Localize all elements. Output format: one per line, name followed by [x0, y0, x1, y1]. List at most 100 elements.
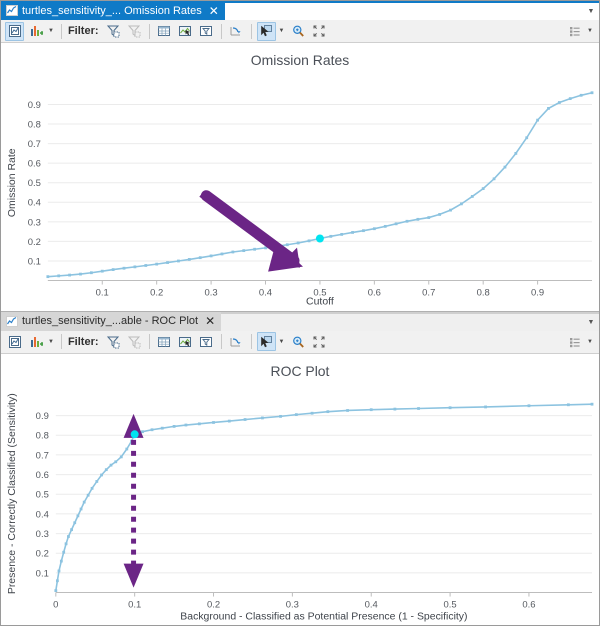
open-table-button[interactable]	[155, 332, 174, 351]
y-tick-label: 0.1	[36, 568, 49, 579]
filter-by-extent-button[interactable]	[104, 332, 123, 351]
x-tick-label: 0.2	[207, 599, 220, 610]
chart-properties-button[interactable]	[5, 22, 24, 41]
x-tick-label: 0.6	[522, 599, 535, 610]
select-features-icon	[178, 24, 192, 38]
y-axis-ticks: 0.10.20.30.40.50.60.70.80.9	[36, 410, 49, 578]
chart-area-roc-plot[interactable]: ROC Plot 0.10.20.30.40.50.60.70.80.9 00.…	[1, 354, 599, 626]
zoom-in-button[interactable]	[288, 332, 307, 351]
chart-type-caret-icon[interactable]: ▼	[48, 339, 54, 345]
select-tool-button[interactable]	[257, 332, 276, 351]
close-icon[interactable]: ✕	[209, 5, 219, 17]
toolbar-separator	[221, 24, 222, 39]
zoom-selection-icon	[199, 24, 213, 38]
select-features-button[interactable]	[176, 332, 195, 351]
pointer-select-icon	[259, 24, 273, 38]
omission-rates-plot[interactable]: Omission Rates 0.10.20.30.40.50.60.70.80…	[1, 43, 599, 311]
magnifier-icon	[291, 24, 305, 38]
clear-selection-button[interactable]	[227, 332, 246, 351]
chart-toolbar-roc-plot: ▼ Filter:	[1, 331, 599, 354]
zoom-to-selection-button[interactable]	[197, 332, 216, 351]
x-axis-label: Cutoff	[306, 297, 334, 308]
chart-properties-icon	[8, 24, 22, 38]
filter-by-selection-button[interactable]	[125, 332, 144, 351]
x-tick-label: 0.6	[368, 288, 381, 299]
x-tick-label: 0.4	[259, 288, 272, 299]
filter-extent-icon	[106, 24, 120, 38]
legend-list-icon	[568, 24, 582, 38]
x-axis-ticks: 0 0.1 0.2 0.3 0.4 0.5 0.6	[53, 592, 535, 610]
legend-button[interactable]	[565, 22, 584, 41]
legend-caret-icon[interactable]: ▼	[587, 339, 593, 345]
chart-panel-roc-plot: turtles_sensitivity_...able - ROC Plot ✕…	[1, 311, 599, 626]
chart-type-button[interactable]	[26, 332, 45, 351]
x-tick-label: 0.2	[150, 288, 163, 299]
zoom-to-selection-button[interactable]	[197, 22, 216, 41]
y-tick-label: 0.2	[28, 237, 41, 248]
full-extent-button[interactable]	[309, 332, 328, 351]
x-tick-label: 0	[53, 599, 58, 610]
chart-properties-button[interactable]	[5, 332, 24, 351]
select-tool-caret-icon[interactable]: ▼	[279, 28, 285, 34]
legend-caret-icon[interactable]: ▼	[587, 28, 593, 34]
select-features-button[interactable]	[176, 22, 195, 41]
clear-selection-button[interactable]	[227, 22, 246, 41]
x-tick-label: 0.3	[286, 599, 299, 610]
full-extent-button[interactable]	[309, 22, 328, 41]
x-tick-label: 0.5	[444, 599, 457, 610]
table-icon	[157, 24, 171, 38]
toolbar-separator	[251, 334, 252, 349]
tab-strip-omission-rates: turtles_sensitivity_... Omission Rates ✕…	[1, 1, 599, 20]
chart-type-caret-icon[interactable]: ▼	[48, 28, 54, 34]
chart-title: Omission Rates	[251, 52, 349, 68]
bar-chart-add-icon	[29, 24, 43, 38]
y-axis-ticks: 0.10.20.30.40.50.60.70.80.9	[28, 100, 41, 268]
legend-button[interactable]	[565, 332, 584, 351]
y-tick-label: 0.3	[36, 528, 49, 539]
tab-strip-empty-area	[225, 1, 583, 20]
chart-type-button[interactable]	[26, 22, 45, 41]
pointer-select-icon	[259, 335, 273, 349]
chevron-down-icon[interactable]: ▼	[583, 312, 599, 331]
y-tick-label: 0.5	[28, 178, 41, 189]
x-tick-label: 0.3	[205, 288, 218, 299]
y-tick-label: 0.1	[28, 256, 41, 267]
y-tick-label: 0.5	[36, 489, 49, 500]
zoom-in-button[interactable]	[288, 22, 307, 41]
x-tick-label: 0.4	[365, 599, 378, 610]
x-tick-label: 0.1	[96, 288, 109, 299]
chevron-down-icon[interactable]: ▼	[583, 1, 599, 20]
x-tick-label: 0.1	[128, 599, 141, 610]
table-icon	[157, 335, 171, 349]
toolbar-separator	[251, 24, 252, 39]
chart-area-omission-rates[interactable]: Omission Rates 0.10.20.30.40.50.60.70.80…	[1, 43, 599, 311]
line-chart-icon	[6, 316, 18, 327]
chart-toolbar-omission-rates: ▼ Filter:	[1, 20, 599, 43]
y-tick-label: 0.9	[28, 100, 41, 111]
tab-roc-plot[interactable]: turtles_sensitivity_...able - ROC Plot ✕	[1, 312, 221, 331]
tab-label: turtles_sensitivity_...able - ROC Plot	[22, 315, 198, 327]
tab-strip-empty-area	[221, 312, 583, 331]
roc-plot[interactable]: ROC Plot 0.10.20.30.40.50.60.70.80.9 00.…	[1, 354, 599, 626]
y-tick-label: 0.3	[28, 217, 41, 228]
highlighted-point[interactable]	[131, 430, 139, 438]
filter-by-extent-button[interactable]	[104, 22, 123, 41]
close-icon[interactable]: ✕	[205, 315, 215, 327]
annotation-double-arrow	[124, 413, 144, 587]
open-table-button[interactable]	[155, 22, 174, 41]
toolbar-separator	[61, 24, 62, 39]
highlighted-point[interactable]	[316, 235, 324, 243]
select-tool-button[interactable]	[257, 22, 276, 41]
tab-omission-rates[interactable]: turtles_sensitivity_... Omission Rates ✕	[1, 1, 225, 20]
x-axis-label: Background - Classified as Potential Pre…	[180, 611, 467, 622]
magnifier-icon	[291, 335, 305, 349]
select-features-icon	[178, 335, 192, 349]
bar-chart-add-icon	[29, 335, 43, 349]
y-tick-label: 0.8	[36, 430, 49, 441]
y-tick-label: 0.6	[28, 159, 41, 170]
filter-by-selection-button[interactable]	[125, 22, 144, 41]
tab-strip-roc-plot: turtles_sensitivity_...able - ROC Plot ✕…	[1, 312, 599, 331]
select-tool-caret-icon[interactable]: ▼	[279, 339, 285, 345]
y-tick-label: 0.9	[36, 410, 49, 421]
toolbar-separator	[221, 334, 222, 349]
